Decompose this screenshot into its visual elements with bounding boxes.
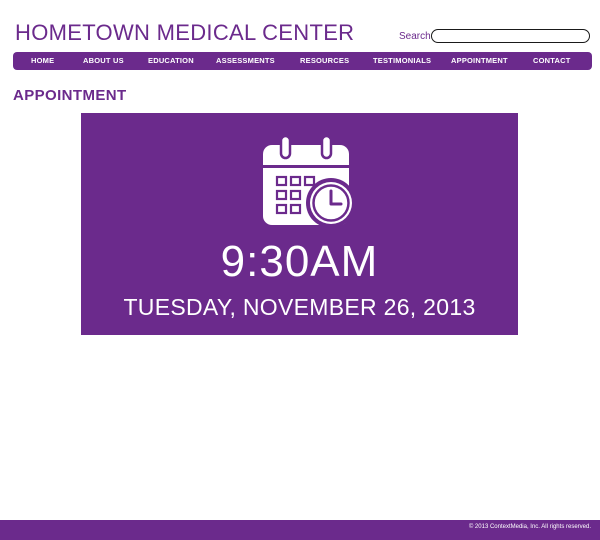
site-title[interactable]: HOMETOWN MEDICAL CENTER [15, 20, 354, 46]
search-label: Search: [399, 31, 434, 42]
search-bar: Search: [399, 29, 594, 47]
nav-item-assessments[interactable]: ASSESSMENTS [216, 52, 275, 70]
nav-item-education[interactable]: EDUCATION [148, 52, 194, 70]
appointment-time: 9:30AM [220, 237, 379, 286]
nav-item-home[interactable]: HOME [31, 52, 54, 70]
main-nav: HOME ABOUT US EDUCATION ASSESSMENTS RESO… [13, 52, 592, 70]
nav-item-about-us[interactable]: ABOUT US [83, 52, 124, 70]
nav-item-appointment[interactable]: APPOINTMENT [451, 52, 508, 70]
copyright-text: © 2013 ContextMedia, Inc. All rights res… [468, 524, 591, 530]
nav-item-contact[interactable]: CONTACT [533, 52, 571, 70]
appointment-card: 9:30AM TUESDAY, NOVEMBER 26, 2013 [81, 113, 518, 335]
nav-item-resources[interactable]: RESOURCES [300, 52, 349, 70]
section-heading: APPOINTMENT [13, 87, 127, 104]
page: HOMETOWN MEDICAL CENTER Search: HOME ABO… [0, 0, 600, 540]
footer: © 2013 ContextMedia, Inc. All rights res… [0, 520, 600, 540]
nav-item-testimonials[interactable]: TESTIMONIALS [373, 52, 431, 70]
calendar-clock-icon [263, 135, 356, 228]
search-input[interactable] [431, 29, 590, 43]
appointment-date: TUESDAY, NOVEMBER 26, 2013 [123, 294, 476, 320]
